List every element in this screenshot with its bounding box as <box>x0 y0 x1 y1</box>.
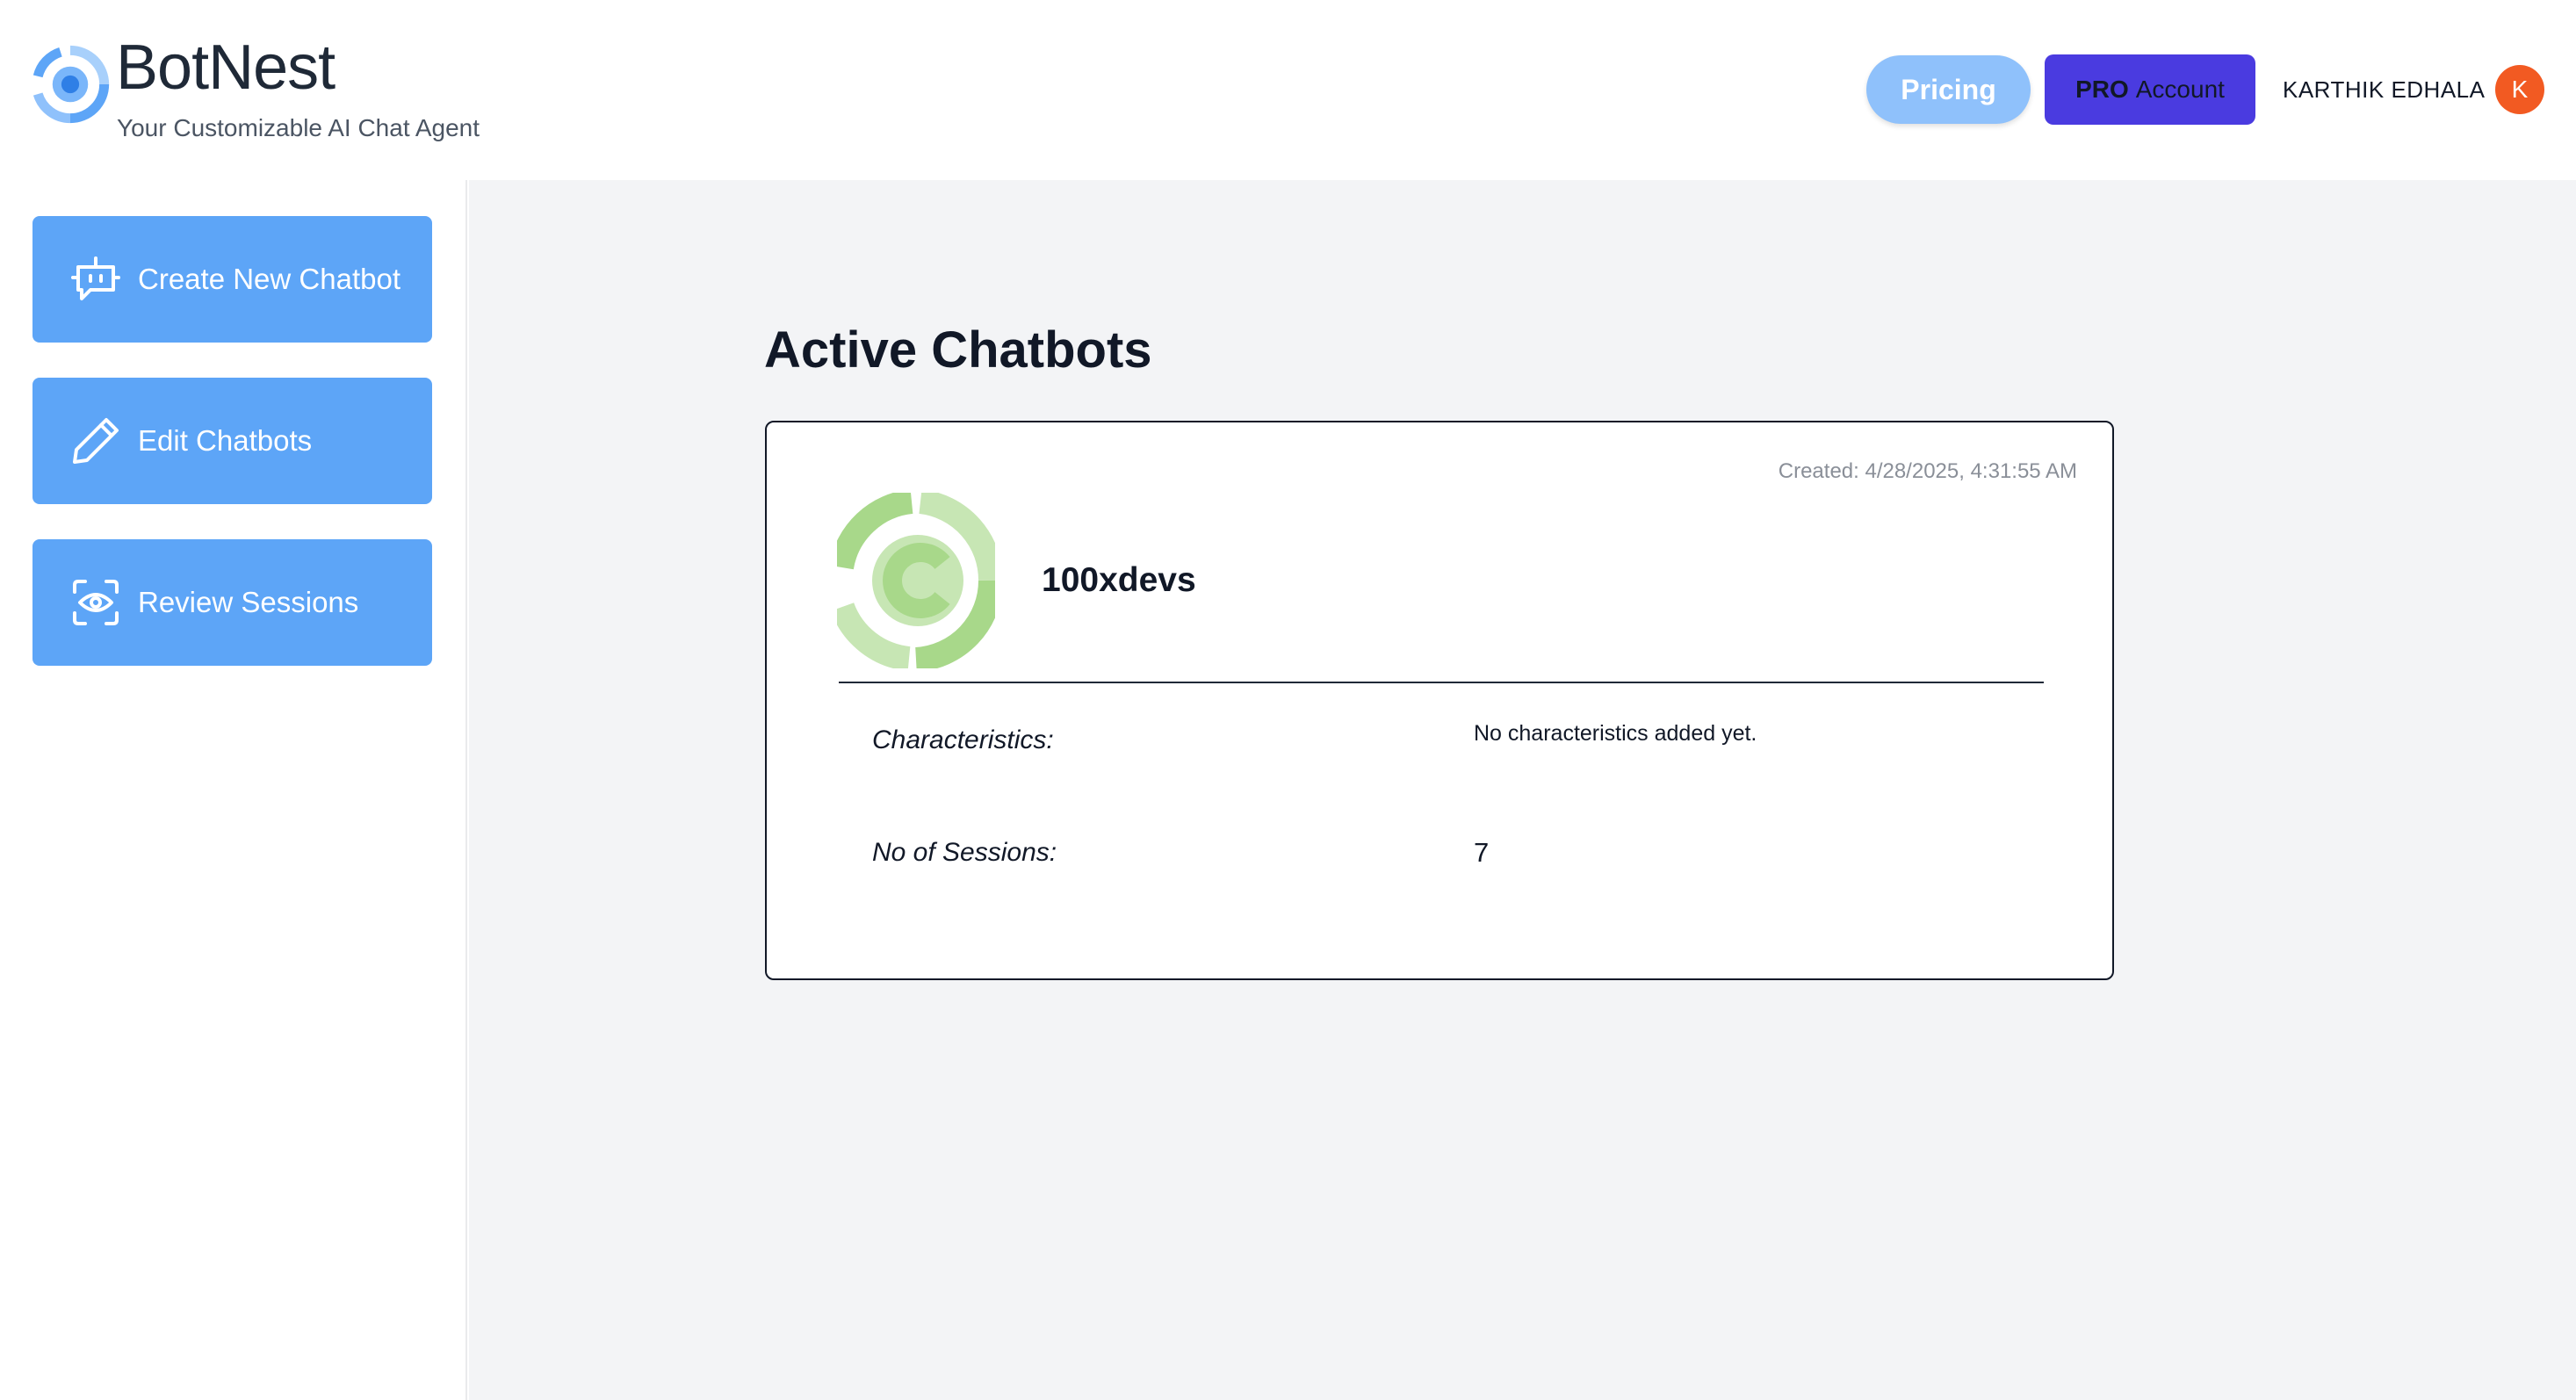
create-new-chatbot-label: Create New Chatbot <box>138 263 400 295</box>
page-title: Active Chatbots <box>764 321 1152 379</box>
brand-tagline: Your Customizable AI Chat Agent <box>117 114 480 141</box>
pricing-button[interactable]: Pricing <box>1866 55 2031 124</box>
review-sessions-label: Review Sessions <box>138 586 359 618</box>
edit-chatbots-button[interactable]: Edit Chatbots <box>32 378 432 504</box>
review-sessions-button[interactable]: Review Sessions <box>32 539 432 666</box>
user-name[interactable]: KARTHIK EDHALA <box>2283 76 2485 104</box>
botnest-logo-icon[interactable] <box>30 44 111 125</box>
sidebar: Create New Chatbot Edit Chatbots Review … <box>0 180 467 1400</box>
chatbot-logo-icon <box>837 493 995 668</box>
eye-scan-icon <box>68 574 124 631</box>
pro-badge-text: PRO <box>2075 76 2129 103</box>
card-divider <box>839 682 2044 683</box>
user-avatar[interactable]: K <box>2495 65 2544 114</box>
create-new-chatbot-button[interactable]: Create New Chatbot <box>32 216 432 343</box>
sessions-label: No of Sessions: <box>872 838 1057 867</box>
edit-chatbots-label: Edit Chatbots <box>138 424 313 457</box>
pro-account-text: Account <box>2135 76 2225 103</box>
sessions-value: 7 <box>1474 837 1490 868</box>
robot-icon <box>68 251 124 307</box>
characteristics-label: Characteristics: <box>872 725 1054 754</box>
characteristics-value: No characteristics added yet. <box>1474 721 1757 746</box>
pencil-icon <box>68 413 124 469</box>
pro-account-button[interactable]: PRO Account <box>2045 54 2255 125</box>
brand-name: BotNest <box>116 32 336 103</box>
created-timestamp: Created: 4/28/2025, 4:31:55 AM <box>1778 459 2077 483</box>
chatbot-name: 100xdevs <box>1042 561 1196 599</box>
main-content: Active Chatbots Created: 4/28/2025, 4:31… <box>469 180 2576 1400</box>
top-header: BotNest Your Customizable AI Chat Agent … <box>0 0 2576 180</box>
chatbot-card[interactable]: Created: 4/28/2025, 4:31:55 AM 100xdevs … <box>765 421 2114 980</box>
